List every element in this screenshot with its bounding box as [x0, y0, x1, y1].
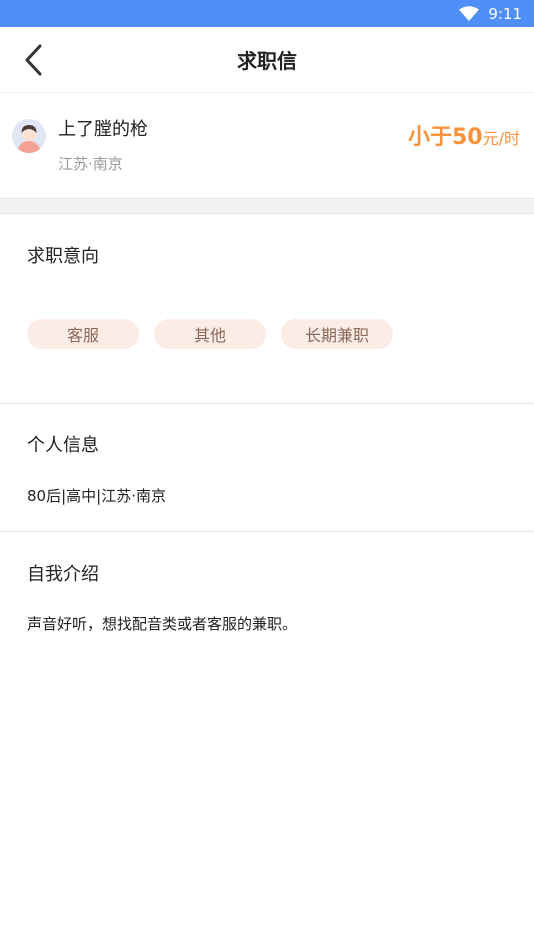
status-bar: 9:11 — [0, 0, 534, 27]
wifi-icon — [459, 6, 480, 21]
personal-info-heading: 个人信息 — [27, 435, 99, 456]
back-arrow-icon — [25, 44, 42, 76]
avatar-icon — [12, 119, 46, 153]
salary-unit: 元/时 — [482, 129, 520, 148]
job-intent-tags: 客服 其他 长期兼职 — [27, 319, 408, 349]
profile-card: 上了膛的枪 江苏·南京 小于50 元/时 — [0, 93, 534, 198]
nav-bar: 求职信 — [0, 27, 534, 93]
salary-amount: 小于50 — [407, 125, 483, 150]
section-divider — [0, 198, 534, 214]
tag-other: 其他 — [154, 319, 266, 349]
status-time: 9:11 — [488, 4, 522, 23]
tag-long-term-part-time: 长期兼职 — [281, 319, 393, 349]
user-name: 上了膛的枪 — [58, 119, 148, 140]
self-intro-heading: 自我介绍 — [27, 564, 99, 585]
personal-info-section: 个人信息 80后|高中|江苏·南京 — [0, 404, 534, 532]
job-intent-section: 求职意向 客服 其他 长期兼职 — [0, 214, 534, 404]
job-intent-heading: 求职意向 — [27, 246, 99, 267]
back-button[interactable] — [18, 43, 50, 77]
page-title: 求职信 — [237, 49, 297, 73]
self-intro-section: 自我介绍 声音好听，想找配音类或者客服的兼职。 — [0, 532, 534, 662]
salary: 小于50 元/时 — [408, 119, 520, 151]
self-intro-text: 声音好听，想找配音类或者客服的兼职。 — [27, 615, 298, 633]
tag-customer-service: 客服 — [27, 319, 139, 349]
user-location: 江苏·南京 — [58, 155, 123, 173]
personal-info-text: 80后|高中|江苏·南京 — [27, 487, 166, 505]
